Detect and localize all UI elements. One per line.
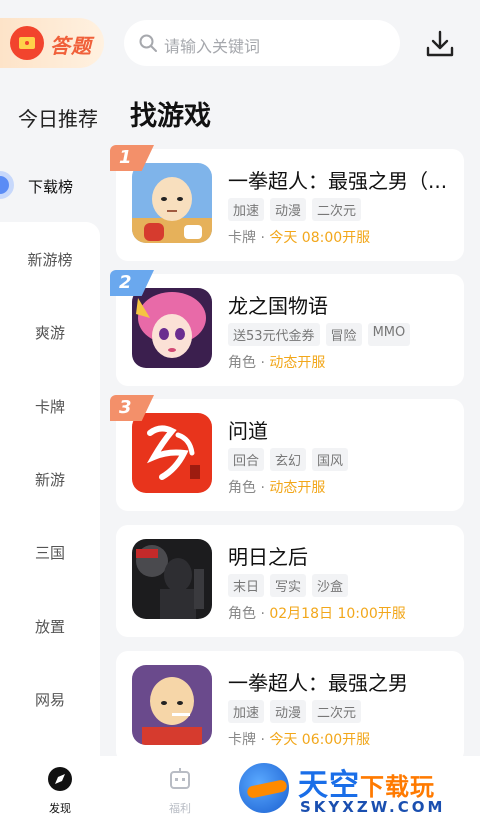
tag: 二次元	[312, 700, 362, 723]
game-category: 角色	[228, 606, 256, 622]
game-meta: 卡牌 · 今天 06:00开服	[228, 729, 370, 749]
page-title: 找游戏	[130, 101, 211, 132]
today-recommend-label[interactable]: 今日推荐	[18, 103, 98, 132]
tag: 写实	[270, 574, 307, 597]
separator: ·	[260, 732, 265, 748]
game-category: 卡牌	[228, 230, 256, 246]
tag: 加速	[228, 198, 265, 221]
search-icon	[139, 34, 157, 52]
game-category: 卡牌	[228, 732, 256, 748]
tag-list: 加速 动漫 二次元	[228, 198, 362, 221]
tag: MMO	[367, 323, 411, 346]
sidebar-item-casual[interactable]: 爽游	[0, 322, 100, 343]
separator: ·	[260, 480, 265, 496]
header: 答题 请输入关键词	[0, 0, 480, 90]
server-open-time: 02月18日 10:00开服	[269, 606, 406, 622]
game-name: 问道	[228, 419, 268, 443]
game-card[interactable]: 一拳超人：最强之男 加速 动漫 二次元 卡牌 · 今天 06:00开服	[116, 651, 464, 763]
nav-item-welfare[interactable]: 福利	[150, 766, 210, 816]
tag-list: 加速 动漫 二次元	[228, 700, 362, 723]
game-name: 龙之国物语	[228, 294, 328, 318]
server-open-time: 今天 06:00开服	[269, 732, 371, 748]
sidebar-item-three-kingdoms[interactable]: 三国	[0, 542, 100, 563]
compass-icon	[48, 767, 72, 791]
sidebar-item-new-games-chart[interactable]: 新游榜	[0, 249, 100, 270]
watermark-logo: 天空下载玩 SKYXZW.COM	[236, 760, 480, 820]
tag: 沙盒	[312, 574, 349, 597]
tag: 回合	[228, 448, 265, 471]
watermark-title-orange: 下载玩	[360, 773, 435, 801]
globe-icon	[236, 760, 292, 816]
tag: 加速	[228, 700, 265, 723]
separator: ·	[260, 606, 265, 622]
game-category: 角色	[228, 355, 256, 371]
tag: 二次元	[312, 198, 362, 221]
server-open-time: 动态开服	[269, 355, 326, 371]
tag: 玄幻	[270, 448, 307, 471]
search-input[interactable]: 请输入关键词	[124, 20, 400, 66]
download-icon[interactable]	[424, 28, 456, 60]
game-card[interactable]: 2 龙之国物语 送53元代金券 冒险 MMO 角色 · 动态开服	[110, 270, 464, 386]
red-envelope-icon	[10, 26, 44, 60]
game-meta: 角色 · 动态开服	[228, 477, 325, 497]
game-meta: 卡牌 · 今天 08:00开服	[228, 227, 370, 247]
game-meta: 角色 · 动态开服	[228, 352, 325, 372]
tag-list: 回合 玄幻 国风	[228, 448, 349, 471]
sidebar-item-label: 下载榜	[28, 178, 74, 196]
game-name: 明日之后	[228, 545, 308, 569]
nav-label: 福利	[169, 802, 191, 815]
nav-label: 发现	[49, 802, 71, 815]
quiz-button[interactable]: 答题	[0, 18, 104, 68]
game-card[interactable]: 1 一拳超人：最强之男（... 加速 动漫 二次元 卡牌 · 今天 08:00开…	[110, 145, 464, 261]
tag: 动漫	[270, 700, 307, 723]
tag: 末日	[228, 574, 265, 597]
tag-list: 送53元代金券 冒险 MMO	[228, 323, 411, 346]
server-open-time: 动态开服	[269, 480, 326, 496]
tag: 国风	[312, 448, 349, 471]
quiz-label: 答题	[50, 34, 92, 58]
game-icon-lifeafter	[132, 539, 212, 619]
sidebar-item-idle[interactable]: 放置	[0, 616, 100, 637]
game-name: 一拳超人：最强之男（...	[228, 169, 448, 193]
watermark-domain: SKYXZW.COM	[300, 798, 446, 816]
active-indicator-icon	[0, 171, 14, 199]
sidebar-item-download-chart[interactable]: 下载榜	[0, 158, 100, 222]
game-meta: 角色 · 02月18日 10:00开服	[228, 603, 406, 623]
tag-list: 末日 写实 沙盒	[228, 574, 349, 597]
game-card[interactable]: 3 问道 回合 玄幻 国风 角色 · 动态开服	[110, 395, 464, 511]
sidebar-item-card[interactable]: 卡牌	[0, 396, 100, 417]
game-icon-one-punch-man	[132, 163, 212, 243]
sidebar-item-new[interactable]: 新游	[0, 469, 100, 490]
game-icon-wendao	[132, 413, 212, 493]
sidebar-panel: 新游榜 爽游 卡牌 新游 三国 放置 网易	[0, 222, 100, 762]
tag: 动漫	[270, 198, 307, 221]
game-card[interactable]: 明日之后 末日 写实 沙盒 角色 · 02月18日 10:00开服	[116, 525, 464, 637]
game-category: 角色	[228, 480, 256, 496]
sidebar-item-netease[interactable]: 网易	[0, 689, 100, 710]
separator: ·	[260, 355, 265, 371]
game-icon-dragon-kingdom	[132, 288, 212, 368]
separator: ·	[260, 230, 265, 246]
category-sidebar: 下载榜 新游榜 爽游 卡牌 新游 三国 放置 网易	[0, 158, 100, 762]
nav-item-discover[interactable]: 发现	[30, 766, 90, 816]
robot-icon	[170, 768, 190, 789]
search-placeholder: 请输入关键词	[164, 37, 261, 56]
game-name: 一拳超人：最强之男	[228, 671, 408, 695]
server-open-time: 今天 08:00开服	[269, 230, 371, 246]
tag: 冒险	[325, 323, 362, 346]
game-icon-one-punch-man	[132, 665, 212, 745]
tag: 送53元代金券	[228, 323, 320, 346]
